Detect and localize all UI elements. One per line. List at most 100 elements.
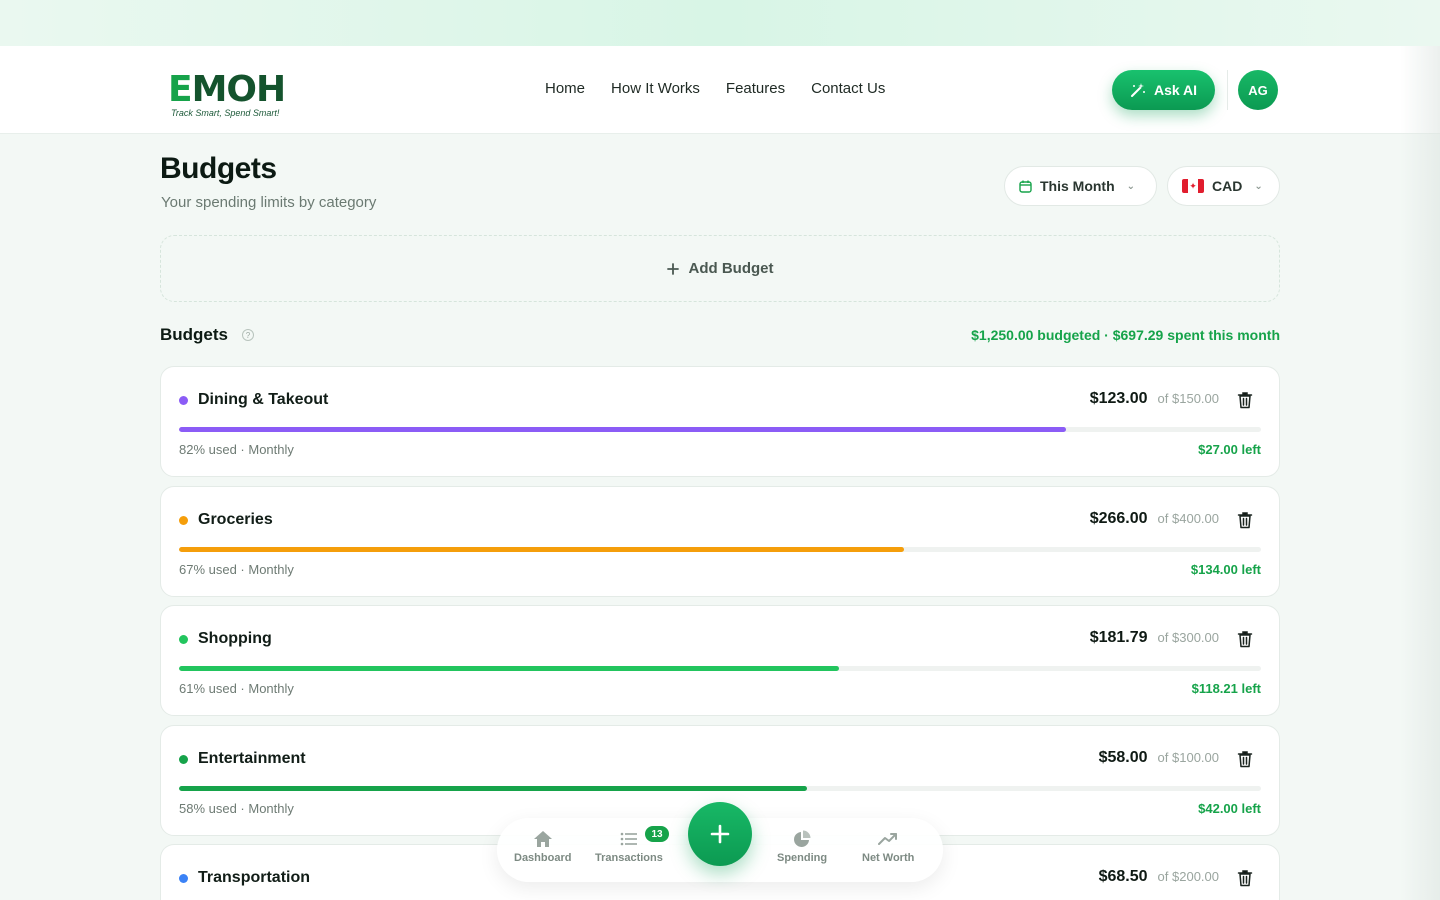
budget-amounts: $58.00 of $100.00 (1099, 749, 1219, 767)
plus-icon (710, 824, 730, 844)
category-color-dot (179, 755, 188, 764)
list-icon (620, 832, 637, 846)
budget-progress-track (179, 666, 1261, 671)
logo-accent-letter: E (168, 69, 193, 110)
category-color-dot (179, 874, 188, 883)
canada-flag-icon: ✦ (1182, 179, 1204, 193)
trash-icon[interactable] (1237, 750, 1253, 768)
budget-remaining: $118.21 left (1191, 681, 1261, 696)
budget-amounts: $181.79 of $300.00 (1090, 629, 1219, 647)
tab-label: Net Worth (862, 852, 915, 864)
logo-wordmark: EMOH (168, 68, 287, 112)
nav-link-contact-us[interactable]: Contact Us (811, 80, 885, 97)
nav-divider (1227, 70, 1228, 110)
budget-progress-fill (179, 666, 840, 671)
budget-usage: 67% used · Monthly (179, 562, 294, 577)
budget-amounts: $123.00 of $150.00 (1090, 390, 1219, 408)
add-budget-label: Add Budget (688, 260, 774, 277)
budget-category-name: Dining & Takeout (198, 391, 329, 408)
budget-spent: $266.00 (1089, 510, 1148, 527)
budget-progress-fill (179, 547, 904, 552)
bottom-tab-spending[interactable]: Spending (777, 830, 827, 864)
transactions-count-badge: 13 (645, 826, 669, 842)
budget-remaining: $27.00 left (1198, 442, 1261, 457)
logo-tagline: Track Smart, Spend Smart! (171, 108, 280, 118)
budget-spent: $123.00 (1089, 390, 1148, 407)
nav-link-features[interactable]: Features (726, 80, 785, 97)
pie-chart-icon (794, 830, 811, 847)
currency-selector[interactable]: ✦ CAD ⌄ (1167, 166, 1280, 206)
budget-progress-track (179, 786, 1261, 791)
trash-icon[interactable] (1237, 391, 1253, 409)
budget-usage: 58% used · Monthly (179, 801, 294, 816)
budget-limit: of $150.00 (1157, 391, 1219, 406)
budget-progress-track (179, 547, 1261, 552)
nav-link-how-it-works[interactable]: How It Works (611, 80, 700, 97)
budget-progress-track (179, 427, 1261, 432)
logo-text: MOH (191, 69, 287, 110)
budget-category-name: Groceries (198, 511, 273, 528)
top-banner (0, 0, 1440, 46)
budget-progress-fill (179, 786, 807, 791)
budget-limit: of $300.00 (1157, 630, 1219, 645)
nav-link-home[interactable]: Home (545, 80, 585, 97)
budget-card-shopping: Shopping $181.79 of $300.00 61% used · M… (160, 605, 1280, 716)
budget-progress-fill (179, 427, 1067, 432)
logo[interactable]: EMOH Track Smart, Spend Smart! (168, 68, 288, 118)
bottom-tab-net-worth[interactable]: Net Worth (862, 830, 914, 864)
page-subtitle: Your spending limits by category (161, 194, 377, 211)
category-color-dot (179, 516, 188, 525)
help-icon[interactable]: ? (242, 329, 254, 341)
budget-usage: 82% used · Monthly (179, 442, 294, 457)
budget-amounts: $266.00 of $400.00 (1090, 510, 1219, 528)
tab-label: Dashboard (514, 852, 572, 864)
home-icon (533, 831, 552, 847)
budget-remaining: $42.00 left (1198, 801, 1261, 816)
ask-ai-label: Ask AI (1153, 82, 1198, 98)
chevron-down-icon: ⌄ (1126, 180, 1136, 192)
period-selector[interactable]: This Month ⌄ (1004, 166, 1157, 206)
tab-label: Spending (777, 852, 828, 864)
budgets-section-header: Budgets ? (160, 325, 254, 345)
budget-category-name: Entertainment (198, 750, 306, 767)
category-color-dot (179, 396, 188, 405)
section-title: Budgets (160, 325, 228, 344)
trash-icon[interactable] (1237, 869, 1253, 887)
budget-spent: $58.00 (1098, 749, 1148, 766)
budget-amounts: $68.50 of $200.00 (1099, 868, 1219, 886)
ask-ai-button[interactable]: Ask AI (1112, 70, 1215, 110)
budget-spent: $68.50 (1098, 868, 1148, 885)
budget-summary: $1,250.00 budgeted · $697.29 spent this … (971, 327, 1280, 343)
budget-card-dining: Dining & Takeout $123.00 of $150.00 82% … (160, 366, 1280, 477)
calendar-icon (1019, 180, 1032, 193)
avatar[interactable]: AG (1238, 70, 1278, 110)
maple-leaf-icon: ✦ (1188, 179, 1198, 193)
period-label: This Month (1040, 178, 1115, 194)
page-edge-shade (1400, 46, 1440, 900)
nav-links: Home How It Works Features Contact Us (545, 80, 885, 97)
budget-spent: $181.79 (1089, 629, 1148, 646)
add-transaction-button[interactable] (688, 802, 752, 866)
budget-category-name: Shopping (198, 630, 272, 647)
budget-category-name: Transportation (198, 869, 311, 886)
add-budget-button[interactable]: Add Budget (160, 235, 1280, 302)
budget-limit: of $200.00 (1157, 869, 1219, 884)
trash-icon[interactable] (1237, 630, 1253, 648)
trend-up-icon (878, 833, 898, 845)
bottom-tab-dashboard[interactable]: Dashboard (514, 830, 571, 864)
flag-band-right (1198, 179, 1204, 193)
trash-icon[interactable] (1237, 511, 1253, 529)
currency-label: CAD (1212, 178, 1243, 194)
plus-icon (666, 262, 679, 275)
budget-limit: of $100.00 (1157, 750, 1219, 765)
page-title: Budgets (160, 152, 277, 185)
tab-label: Transactions (595, 852, 663, 864)
budget-usage: 61% used · Monthly (179, 681, 294, 696)
budget-remaining: $134.00 left (1190, 562, 1261, 577)
navbar: EMOH Track Smart, Spend Smart! Home How … (0, 46, 1440, 134)
chevron-down-icon: ⌄ (1254, 180, 1263, 192)
budget-card-groceries: Groceries $266.00 of $400.00 67% used · … (160, 486, 1280, 597)
budget-limit: of $400.00 (1157, 511, 1219, 526)
category-color-dot (179, 635, 188, 644)
magic-wand-icon (1130, 83, 1145, 97)
